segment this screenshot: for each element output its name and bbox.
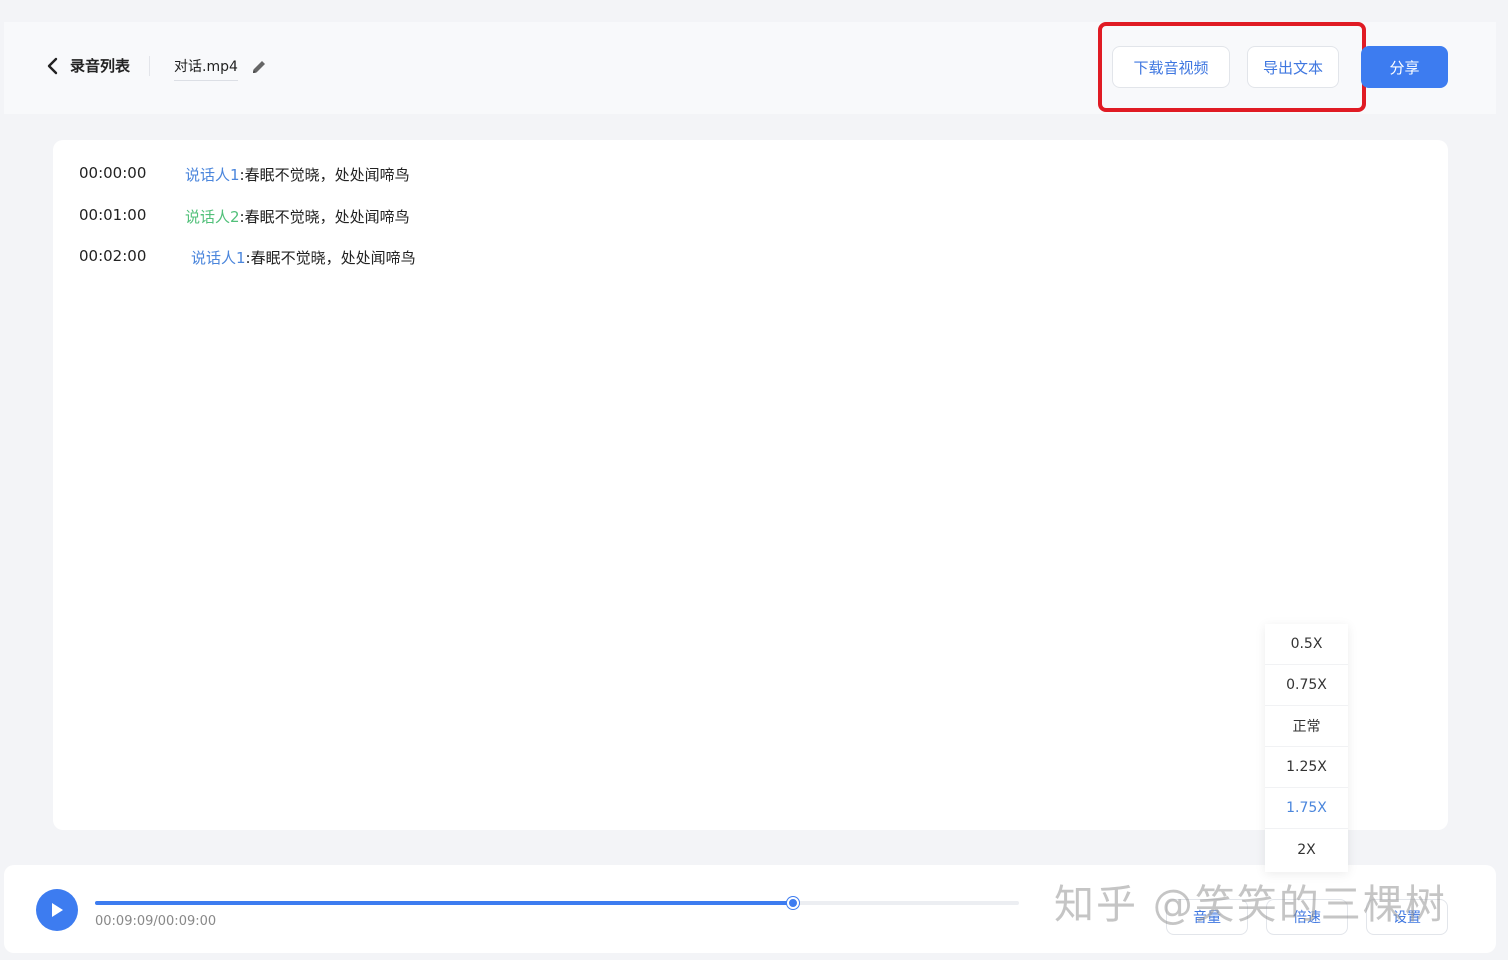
play-button[interactable] [36, 889, 78, 931]
transcript-panel: 00:00:00 说话人1 :春眠不觉晓，处处闻啼鸟 00:01:00 说话人2… [53, 140, 1448, 830]
transcript-text: :春眠不觉晓，处处闻啼鸟 [239, 208, 410, 226]
top-header: 录音列表 对话.mp4 下载音视频 导出文本 分享 [4, 22, 1496, 114]
speed-option[interactable]: 正常 [1265, 706, 1348, 747]
back-button[interactable]: 录音列表 [46, 55, 130, 76]
time-readout: 00:09:09/00:09:00 [95, 914, 217, 929]
transcript-text: :春眠不觉晓，处处闻啼鸟 [245, 249, 416, 267]
transcript-line[interactable]: 00:02:00 说话人1 :春眠不觉晓，处处闻啼鸟 [79, 247, 416, 268]
chevron-left-icon [47, 57, 58, 74]
download-media-button[interactable]: 下载音视频 [1112, 46, 1230, 88]
timestamp[interactable]: 00:00:00 [79, 164, 185, 185]
speed-option[interactable]: 0.75X [1265, 665, 1348, 706]
transcript-line[interactable]: 00:00:00 说话人1 :春眠不觉晓，处处闻啼鸟 [79, 164, 410, 185]
speed-dropdown-menu: 0.5X 0.75X 正常 1.25X 1.75X 2X [1265, 624, 1348, 872]
speed-option[interactable]: 0.5X [1265, 624, 1348, 665]
filename-field[interactable]: 对话.mp4 [174, 56, 238, 81]
export-text-button[interactable]: 导出文本 [1247, 46, 1339, 88]
speaker-label[interactable]: 说话人1 [185, 164, 240, 185]
speed-option[interactable]: 1.75X [1265, 788, 1348, 829]
progress-handle[interactable] [786, 897, 799, 909]
speaker-label[interactable]: 说话人2 [185, 206, 240, 227]
header-divider [149, 56, 150, 76]
progress-slider[interactable] [95, 897, 1019, 909]
timestamp[interactable]: 00:01:00 [79, 206, 185, 227]
speaker-label[interactable]: 说话人1 [191, 247, 246, 268]
timestamp[interactable]: 00:02:00 [79, 247, 191, 268]
pencil-icon[interactable] [250, 58, 268, 76]
transcript-line[interactable]: 00:01:00 说话人2 :春眠不觉晓，处处闻啼鸟 [79, 206, 410, 227]
play-icon [52, 903, 63, 917]
speed-option[interactable]: 2X [1265, 829, 1348, 870]
progress-fill [95, 901, 793, 905]
speed-option[interactable]: 1.25X [1265, 747, 1348, 788]
watermark-text: 知乎 @笑笑的三棵树 [1054, 882, 1447, 928]
transcript-text: :春眠不觉晓，处处闻啼鸟 [239, 166, 410, 184]
back-label: 录音列表 [70, 57, 131, 75]
share-button[interactable]: 分享 [1361, 46, 1448, 88]
